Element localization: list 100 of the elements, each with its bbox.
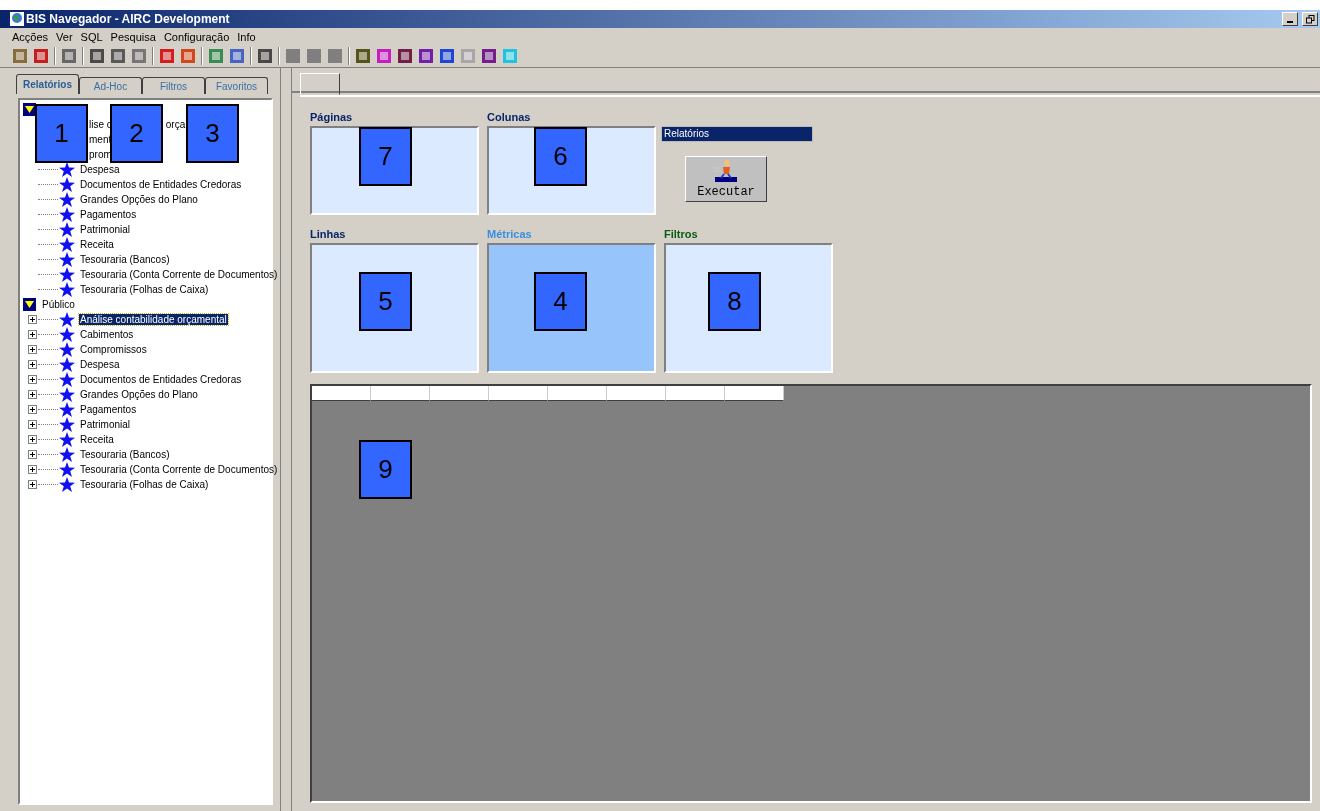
tree-item[interactable]: Análise contabilidade orçamental xyxy=(79,314,228,325)
tree-item[interactable]: Patrimonial xyxy=(79,419,132,430)
tree-item[interactable]: Despesa xyxy=(79,359,121,370)
star-icon xyxy=(59,372,75,387)
expand-icon[interactable] xyxy=(28,345,37,354)
column-header[interactable] xyxy=(312,386,371,401)
tree-item[interactable]: Patrimonial xyxy=(79,224,132,235)
column-header[interactable] xyxy=(371,386,430,401)
panel-tab[interactable]: Ad-Hoc xyxy=(79,77,142,94)
tree-item[interactable]: Pagamentos xyxy=(79,404,138,415)
expand-icon[interactable] xyxy=(28,330,37,339)
tree-item[interactable]: Tesouraria (Bancos) xyxy=(79,254,171,265)
tree-item[interactable]: Tesouraria (Conta Corrente de Documentos) xyxy=(79,464,279,475)
tree-item[interactable]: Tesouraria (Bancos) xyxy=(79,449,171,460)
callout-number: 6 xyxy=(534,127,587,186)
star-icon xyxy=(59,477,75,492)
menu-item[interactable]: Configuração xyxy=(163,30,230,43)
panel-tab[interactable]: Favoritos xyxy=(205,77,268,94)
star-icon xyxy=(59,252,75,267)
expand-icon[interactable] xyxy=(28,480,37,489)
star-icon xyxy=(59,417,75,432)
panel-tab[interactable]: Filtros xyxy=(142,77,205,94)
tree-item[interactable]: Pagamentos xyxy=(79,209,138,220)
tree-item[interactable]: orça xyxy=(164,119,187,130)
report-name-field[interactable]: Relatórios xyxy=(661,126,813,142)
blank-tool-icon[interactable] xyxy=(285,48,301,64)
expand-icon[interactable] xyxy=(28,360,37,369)
callout-number: 5 xyxy=(359,272,412,331)
column-header[interactable] xyxy=(489,386,548,401)
star-icon xyxy=(59,462,75,477)
expand-icon[interactable] xyxy=(28,405,37,414)
run-button[interactable]: Executar xyxy=(685,156,767,202)
restore-icon xyxy=(1305,14,1315,24)
star-icon xyxy=(59,282,75,297)
zone-label: Colunas xyxy=(487,111,532,124)
expand-icon[interactable] xyxy=(28,435,37,444)
star-icon xyxy=(59,447,75,462)
column-header[interactable] xyxy=(725,386,784,401)
tree-item[interactable]: Receita xyxy=(79,434,115,445)
menu-item[interactable]: Info xyxy=(237,30,256,43)
tree-item[interactable]: Grandes Opções do Plano xyxy=(79,194,199,205)
globe-icon xyxy=(10,12,24,26)
menu-item[interactable]: Ver xyxy=(56,30,73,43)
expand-icon[interactable] xyxy=(28,450,37,459)
tree-item[interactable]: Tesouraria (Conta Corrente de Documentos) xyxy=(79,269,279,280)
tree-item[interactable]: Documentos de Entidades Credoras xyxy=(79,179,243,190)
expand-icon[interactable] xyxy=(28,465,37,474)
tree-item[interactable]: ment xyxy=(88,134,113,145)
tree-item[interactable]: Cabimentos xyxy=(79,329,135,340)
menu-item[interactable]: Acções xyxy=(12,30,49,43)
expand-icon[interactable] xyxy=(28,420,37,429)
star-icon xyxy=(59,402,75,417)
tree-item[interactable]: Compromissos xyxy=(79,344,148,355)
tree-item[interactable]: Tesouraria (Folhas de Caixa) xyxy=(79,479,210,490)
tree-item[interactable]: Receita xyxy=(79,239,115,250)
panel-tab[interactable]: Relatórios xyxy=(16,74,79,94)
zone-label: Páginas xyxy=(310,111,354,124)
star-icon xyxy=(59,192,75,207)
star-icon xyxy=(59,222,75,237)
star-icon xyxy=(59,177,75,192)
callout-number: 1 xyxy=(35,104,88,163)
minimize-button[interactable] xyxy=(1282,12,1298,26)
tree-item[interactable]: Despesa xyxy=(79,164,121,175)
callout-number: 7 xyxy=(359,127,412,186)
expand-icon[interactable] xyxy=(28,390,37,399)
blank-tool-icon[interactable] xyxy=(327,48,343,64)
star-icon xyxy=(59,267,75,282)
zone-label: Linhas xyxy=(310,228,347,241)
blank-tool-icon[interactable] xyxy=(306,48,322,64)
menu-item[interactable]: Pesquisa xyxy=(110,30,156,43)
callout-number: 3 xyxy=(186,104,239,163)
restore-button[interactable] xyxy=(1302,12,1318,26)
star-icon xyxy=(59,162,75,177)
star-icon xyxy=(59,432,75,447)
callout-number: 9 xyxy=(359,440,412,499)
column-header[interactable] xyxy=(607,386,666,401)
expanded-folder-icon[interactable] xyxy=(23,298,36,311)
star-icon xyxy=(59,387,75,402)
tree-group-label[interactable]: Público xyxy=(41,299,76,310)
callout-number: 4 xyxy=(534,272,587,331)
column-header[interactable] xyxy=(548,386,607,401)
star-icon xyxy=(59,237,75,252)
star-icon xyxy=(59,207,75,222)
tree-item[interactable]: Documentos de Entidades Credoras xyxy=(79,374,243,385)
tree-item[interactable]: Grandes Opções do Plano xyxy=(79,389,199,400)
star-icon xyxy=(59,357,75,372)
zone-label: Métricas xyxy=(487,228,533,241)
column-header[interactable] xyxy=(430,386,489,401)
star-icon xyxy=(59,312,75,327)
empty-tab[interactable] xyxy=(300,73,340,95)
tree-item[interactable]: Tesouraria (Folhas de Caixa) xyxy=(79,284,210,295)
menu-item[interactable]: SQL xyxy=(80,30,103,43)
column-header[interactable] xyxy=(666,386,725,401)
zone-label: Filtros xyxy=(664,228,699,241)
callout-number: 8 xyxy=(708,272,761,331)
splitter[interactable] xyxy=(280,68,292,811)
star-icon xyxy=(59,342,75,357)
expand-icon[interactable] xyxy=(28,315,37,324)
expand-icon[interactable] xyxy=(28,375,37,384)
callout-number: 2 xyxy=(110,104,163,163)
